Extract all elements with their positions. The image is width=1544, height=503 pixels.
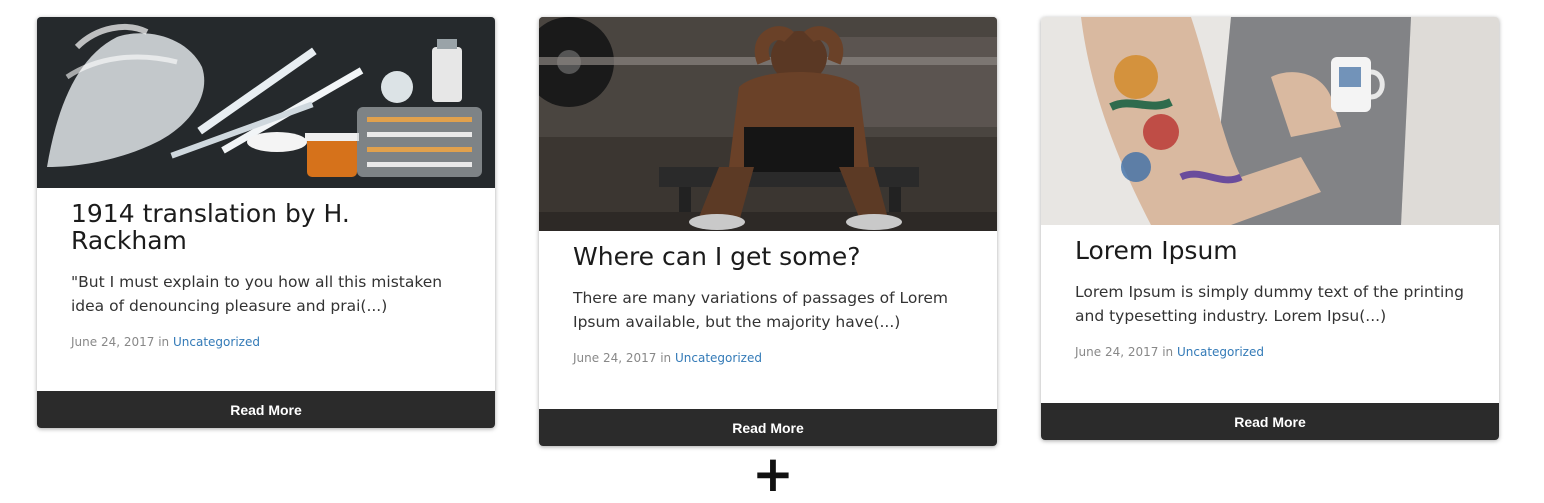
- post-image-medical-supplies[interactable]: [37, 17, 495, 188]
- post-date: June 24, 2017: [573, 351, 657, 365]
- read-more-button[interactable]: Read More: [539, 409, 997, 446]
- post-card: 1914 translation by H. Rackham "But I mu…: [37, 17, 495, 428]
- post-card: Where can I get some? There are many var…: [539, 17, 997, 446]
- read-more-button[interactable]: Read More: [37, 391, 495, 428]
- post-meta-in: in: [1162, 345, 1174, 359]
- post-image-tattooed-arm[interactable]: [1041, 17, 1499, 225]
- post-category-link[interactable]: Uncategorized: [675, 351, 762, 365]
- post-meta-in: in: [158, 335, 170, 349]
- post-meta: June 24, 2017 in Uncategorized: [1075, 345, 1467, 359]
- post-title[interactable]: 1914 translation by H. Rackham: [71, 200, 463, 254]
- post-card-body: Lorem Ipsum Lorem Ipsum is simply dummy …: [1041, 225, 1499, 359]
- plus-icon[interactable]: +: [745, 448, 801, 500]
- post-card-body: Where can I get some? There are many var…: [539, 231, 997, 365]
- post-category-link[interactable]: Uncategorized: [1177, 345, 1264, 359]
- post-title[interactable]: Lorem Ipsum: [1075, 237, 1467, 264]
- post-excerpt: Lorem Ipsum is simply dummy text of the …: [1075, 283, 1464, 325]
- post-meta: June 24, 2017 in Uncategorized: [71, 335, 463, 349]
- post-card-body: 1914 translation by H. Rackham "But I mu…: [37, 188, 495, 349]
- read-more-button[interactable]: Read More: [1041, 403, 1499, 440]
- post-category-link[interactable]: Uncategorized: [173, 335, 260, 349]
- post-excerpt: "But I must explain to you how all this …: [71, 273, 443, 315]
- post-date: June 24, 2017: [1075, 345, 1159, 359]
- post-excerpt: There are many variations of passages of…: [573, 289, 948, 331]
- post-meta: June 24, 2017 in Uncategorized: [573, 351, 965, 365]
- post-image-gym-athlete[interactable]: [539, 17, 997, 231]
- post-meta-in: in: [660, 351, 672, 365]
- post-date: June 24, 2017: [71, 335, 155, 349]
- post-card: Lorem Ipsum Lorem Ipsum is simply dummy …: [1041, 17, 1499, 440]
- post-title[interactable]: Where can I get some?: [573, 243, 965, 270]
